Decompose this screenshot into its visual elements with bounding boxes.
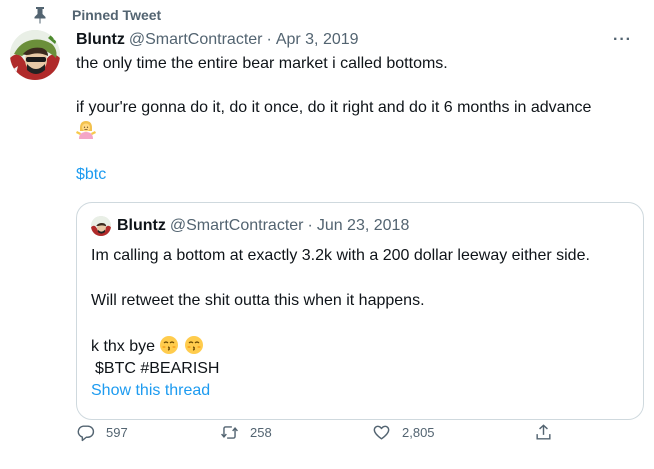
quoted-tweet-date: Jun 23, 2018	[316, 217, 410, 234]
quoted-tweet-text: Im calling a bottom at exactly 3.2k with…	[91, 245, 629, 402]
author-name[interactable]: Bluntz	[76, 31, 125, 49]
tweet-line-2-emoji-row	[76, 119, 644, 142]
quoted-line-3: k thx bye	[91, 335, 629, 358]
cashtag-link[interactable]: $btc	[76, 166, 106, 183]
quoted-line-2: Will retweet the shit outta this when it…	[91, 292, 425, 309]
reply-icon	[77, 424, 95, 441]
pin-icon	[34, 7, 46, 24]
share-button[interactable]	[534, 423, 553, 442]
quoted-line-3-text: k thx bye	[91, 338, 156, 355]
quoted-tweet-header: Bluntz @SmartContracter · Jun 23, 2018	[91, 215, 629, 237]
quoted-author-name: Bluntz	[117, 217, 166, 234]
quoted-separator-dot: ·	[307, 217, 313, 234]
avatar[interactable]	[10, 30, 60, 80]
tweet-text: the only time the entire bear market i c…	[76, 53, 644, 186]
share-icon	[536, 423, 551, 440]
like-count: 2,805	[402, 424, 435, 440]
quoted-author-handle: @SmartContracter	[169, 217, 304, 234]
kissing-face-emoji	[160, 336, 179, 354]
reply-count: 597	[106, 424, 128, 440]
tweet-line-2: if your're gonna do it, do it once, do i…	[76, 99, 592, 116]
kissing-face-emoji	[184, 336, 203, 354]
quoted-line-4: $BTC #BEARISH	[95, 360, 220, 377]
heart-icon	[373, 425, 390, 440]
more-options-button[interactable]: ···	[613, 31, 632, 49]
like-button[interactable]: 2,805	[372, 423, 435, 442]
reply-button[interactable]: 597	[76, 423, 128, 442]
separator-dot: ·	[266, 31, 272, 48]
author-handle[interactable]: @SmartContracter	[129, 31, 263, 49]
quoted-line-1: Im calling a bottom at exactly 3.2k with…	[91, 247, 590, 264]
tweet-header: Bluntz @SmartContracter · Apr 3, 2019	[76, 29, 644, 51]
quoted-tweet[interactable]: Bluntz @SmartContracter · Jun 23, 2018 I…	[76, 202, 644, 420]
retweet-button[interactable]: 258	[220, 423, 272, 442]
quoted-avatar-image	[91, 216, 111, 236]
tweet-line-1: the only time the entire bear market i c…	[76, 55, 448, 72]
woman-shrugging-emoji	[76, 121, 96, 139]
tweet-date[interactable]: Apr 3, 2019	[276, 31, 359, 49]
retweet-icon	[221, 425, 238, 439]
tweet-body: Bluntz @SmartContracter · Apr 3, 2019 ··…	[76, 29, 644, 186]
quoted-avatar	[91, 216, 111, 236]
avatar-image	[10, 30, 60, 80]
pinned-label: Pinned Tweet	[72, 7, 162, 23]
pinned-indicator: Pinned Tweet	[32, 6, 161, 24]
show-thread-link[interactable]: Show this thread	[91, 382, 210, 399]
retweet-count: 258	[250, 424, 272, 440]
